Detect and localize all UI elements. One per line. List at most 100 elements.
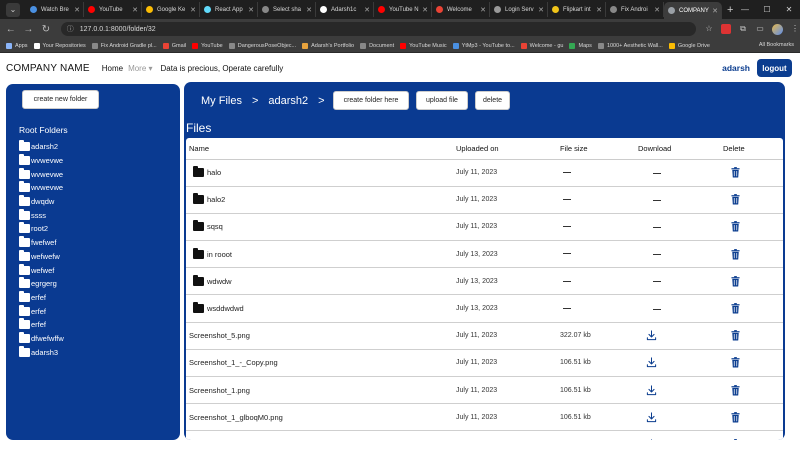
root-folder-item[interactable]: erfef bbox=[19, 318, 64, 332]
file-name[interactable]: wsddwdwd bbox=[189, 302, 456, 314]
browser-tab[interactable]: Watch Bre ✕ bbox=[26, 2, 84, 17]
table-row[interactable]: wsddwdwd July 13, 2023 bbox=[186, 294, 783, 323]
trash-icon[interactable] bbox=[731, 303, 740, 314]
table-row[interactable]: Screenshot_15.pngJuly 11, 20231.56 Mb bbox=[186, 430, 783, 440]
root-folder-item[interactable]: erfef bbox=[19, 290, 64, 305]
root-folder-item[interactable]: wefwefw bbox=[19, 249, 64, 264]
file-name[interactable]: Screenshot_1_-_Copy.png bbox=[189, 358, 456, 367]
trash-icon[interactable] bbox=[731, 330, 740, 341]
trash-icon[interactable] bbox=[731, 221, 740, 232]
browser-menu-icon[interactable]: ⋮ bbox=[790, 24, 800, 34]
tab-close-icon[interactable]: ✕ bbox=[248, 6, 254, 14]
tab-close-icon[interactable]: ✕ bbox=[132, 6, 138, 14]
browser-tab[interactable]: COMPANY ✕ bbox=[664, 2, 722, 19]
file-name[interactable]: sqsq bbox=[189, 220, 456, 232]
browser-tab[interactable]: YouTube ✕ bbox=[84, 2, 142, 17]
root-folder-item[interactable]: wvwevwe bbox=[19, 167, 64, 181]
trash-icon[interactable] bbox=[731, 439, 740, 440]
browser-tab[interactable]: Adarsh1c ✕ bbox=[316, 2, 374, 17]
bookmark-star-icon[interactable]: ☆ bbox=[704, 24, 714, 34]
browser-tab[interactable]: Welcome ✕ bbox=[432, 2, 490, 17]
trash-icon[interactable] bbox=[731, 194, 740, 205]
url-input[interactable]: ⓘ 127.0.0.1:8000/folder/32 bbox=[60, 22, 697, 36]
breadcrumb-current-folder[interactable]: adarsh2 bbox=[268, 95, 308, 107]
file-name[interactable]: wdwdw bbox=[189, 274, 456, 286]
root-folder-item[interactable]: wvwevwe bbox=[19, 154, 64, 168]
table-row[interactable]: wdwdw July 13, 2023 bbox=[186, 267, 783, 296]
root-folder-item[interactable]: wefwef bbox=[19, 263, 64, 277]
trash-icon[interactable] bbox=[731, 275, 740, 287]
bookmark-item[interactable]: Maps bbox=[569, 42, 592, 49]
breadcrumb-my-files[interactable]: My Files bbox=[201, 95, 242, 107]
table-row[interactable]: in rooot July 13, 2023 bbox=[186, 240, 783, 269]
tab-close-icon[interactable]: ✕ bbox=[596, 6, 602, 14]
file-name[interactable]: Screenshot_1_glboqM0.png bbox=[189, 413, 456, 422]
trash-icon[interactable] bbox=[731, 248, 740, 260]
new-tab-icon[interactable]: + bbox=[727, 4, 733, 16]
maximize-icon[interactable]: ☐ bbox=[756, 5, 778, 14]
tab-close-icon[interactable]: ✕ bbox=[422, 6, 428, 14]
logout-button[interactable]: logout bbox=[757, 59, 792, 77]
nav-more-dropdown[interactable]: More ▾ bbox=[128, 64, 152, 73]
create-folder-here-button[interactable]: create folder here bbox=[333, 91, 409, 110]
download-icon[interactable] bbox=[646, 439, 657, 440]
browser-tab[interactable]: Select sha ✕ bbox=[258, 2, 316, 17]
download-icon[interactable] bbox=[646, 357, 657, 368]
tab-close-icon[interactable]: ✕ bbox=[538, 6, 544, 14]
table-row[interactable]: Screenshot_1_-_Copy.png July 11, 2023 106.… bbox=[186, 349, 783, 378]
root-folder-item[interactable]: adarsh2 bbox=[19, 140, 64, 154]
root-folder-item[interactable]: dfwefwffw bbox=[19, 331, 64, 346]
tab-close-icon[interactable]: ✕ bbox=[480, 6, 486, 14]
file-name[interactable]: halo bbox=[189, 166, 456, 178]
forward-icon[interactable]: → bbox=[22, 24, 36, 35]
root-folder-item[interactable]: wvwevwe bbox=[19, 181, 64, 195]
file-name[interactable]: halo2 bbox=[189, 193, 456, 205]
root-folder-item[interactable]: fwefwef bbox=[19, 236, 64, 250]
tab-close-icon[interactable]: ✕ bbox=[712, 7, 718, 15]
table-row[interactable]: halo2 July 11, 2023 bbox=[186, 186, 783, 214]
bookmark-item[interactable]: Fix Android Gradle pl... bbox=[91, 42, 157, 49]
browser-tab[interactable]: Fix Androi ✕ bbox=[606, 2, 664, 17]
bookmark-item[interactable]: Google Drive bbox=[668, 42, 710, 49]
tab-close-icon[interactable]: ✕ bbox=[74, 6, 80, 14]
trash-icon[interactable] bbox=[731, 357, 740, 368]
minimize-icon[interactable]: — bbox=[734, 5, 756, 14]
root-folder-item[interactable]: dwqdw bbox=[19, 195, 64, 209]
tab-close-icon[interactable]: ✕ bbox=[306, 6, 312, 14]
bookmark-item[interactable]: YouTube Music bbox=[400, 42, 447, 49]
delete-button[interactable]: delete bbox=[475, 91, 510, 110]
profile-avatar[interactable] bbox=[772, 23, 784, 35]
file-name[interactable]: in rooot bbox=[189, 247, 456, 259]
extension-icon[interactable] bbox=[721, 24, 732, 34]
close-window-icon[interactable]: ✕ bbox=[778, 5, 800, 14]
bookmark-item[interactable]: Adarsh's Portfolio bbox=[302, 42, 354, 49]
table-row[interactable]: sqsq July 11, 2023 bbox=[186, 213, 783, 242]
nav-home-link[interactable]: Home bbox=[102, 64, 123, 73]
brand-name[interactable]: COMPANY NAME bbox=[6, 63, 90, 74]
table-row[interactable]: Screenshot_5.png July 11, 2023 322.07 kb bbox=[186, 322, 783, 350]
tab-close-icon[interactable]: ✕ bbox=[364, 6, 370, 14]
upload-file-button[interactable]: upload file bbox=[416, 91, 468, 110]
create-new-folder-button[interactable]: create new folder bbox=[22, 90, 99, 109]
root-folder-item[interactable]: ssss bbox=[19, 208, 64, 222]
file-name[interactable]: Screenshot_1.png bbox=[189, 386, 456, 395]
bookmark-item[interactable]: YtMp3 - YouTube to... bbox=[452, 42, 515, 49]
bookmark-item[interactable]: Apps bbox=[6, 42, 28, 49]
root-folder-item[interactable]: egrgerg bbox=[19, 277, 64, 291]
sidebar-panel-icon[interactable]: ▭ bbox=[755, 24, 765, 34]
tab-close-icon[interactable]: ✕ bbox=[190, 6, 196, 14]
tab-close-icon[interactable]: ✕ bbox=[654, 6, 660, 14]
extensions-puzzle-icon[interactable]: ⧉ bbox=[738, 24, 748, 34]
trash-icon[interactable] bbox=[731, 167, 740, 178]
browser-tab[interactable]: Login Serv ✕ bbox=[490, 2, 548, 17]
trash-icon[interactable] bbox=[731, 411, 740, 423]
root-folder-item[interactable]: root2 bbox=[19, 222, 64, 236]
download-icon[interactable] bbox=[646, 385, 657, 396]
reload-icon[interactable]: ↻ bbox=[39, 24, 53, 35]
bookmark-item[interactable]: Your Repositories bbox=[33, 42, 86, 49]
site-info-icon[interactable]: ⓘ bbox=[67, 24, 74, 34]
browser-tab[interactable]: Flipkart int ✕ bbox=[548, 2, 606, 17]
table-row[interactable]: Screenshot_1_glboqM0.png July 11, 2023 106… bbox=[186, 403, 783, 432]
all-bookmarks-link[interactable]: All Bookmarks bbox=[759, 42, 794, 48]
bookmark-item[interactable]: DangerousPoseObjec... bbox=[228, 42, 296, 49]
